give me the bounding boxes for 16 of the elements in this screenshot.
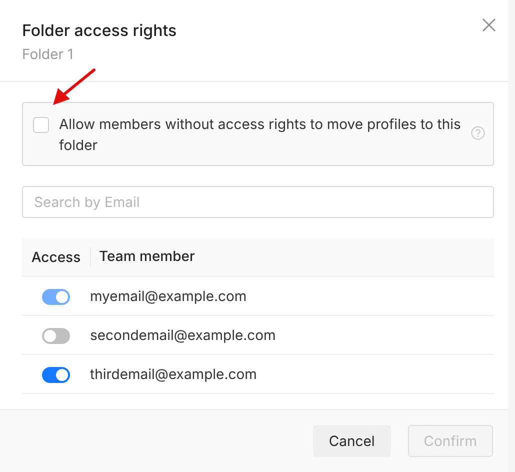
help-icon[interactable] (471, 126, 485, 140)
annotation-arrow (50, 68, 96, 108)
close-icon[interactable] (482, 18, 496, 32)
column-header: Access (31, 248, 81, 266)
access-toggle[interactable] (42, 328, 70, 344)
dialog-title: Folder access rights (22, 19, 178, 41)
member-email: thirdemail@example.com (90, 366, 257, 382)
member-email: myemail@example.com (90, 288, 247, 304)
access-toggle[interactable] (42, 366, 70, 383)
member-email: secondemail@example.com (90, 326, 276, 344)
search-field[interactable]: Search by Email (22, 186, 494, 218)
column-header: Team member (99, 248, 195, 265)
checkbox-label: Allow members without access rights to move profiles to this folder (59, 115, 461, 156)
checkbox[interactable] (33, 117, 49, 133)
cancel-button[interactable]: Cancel (312, 425, 391, 457)
folder-name: Folder 1 (22, 46, 74, 64)
